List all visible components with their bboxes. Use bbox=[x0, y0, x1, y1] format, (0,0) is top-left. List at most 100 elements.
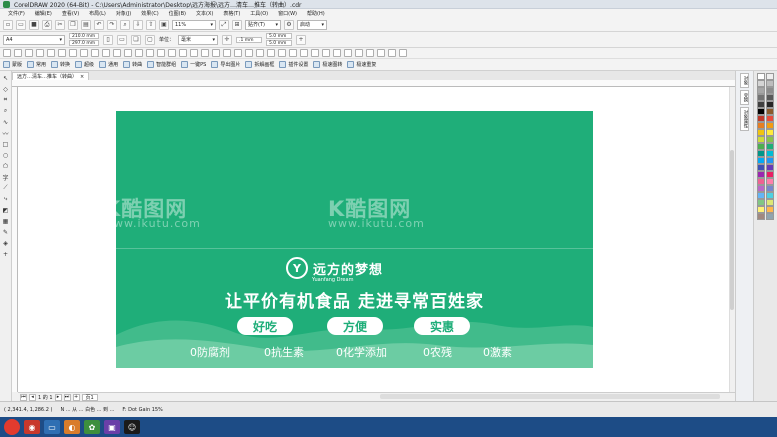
color-swatch[interactable] bbox=[766, 171, 774, 178]
taskbar-app-icon[interactable]: ◉ bbox=[24, 420, 40, 434]
menu-text[interactable]: 文本(X) bbox=[191, 10, 218, 17]
color-swatch[interactable] bbox=[757, 185, 765, 192]
plugin-tool-icon[interactable] bbox=[146, 49, 154, 57]
color-swatch[interactable] bbox=[757, 143, 765, 150]
menu-view[interactable]: 查看(V) bbox=[57, 10, 84, 17]
color-swatch[interactable] bbox=[766, 108, 774, 115]
plugin-tool-icon[interactable] bbox=[25, 49, 33, 57]
plugin-tool-icon[interactable] bbox=[212, 49, 220, 57]
copy-icon[interactable]: ❐ bbox=[68, 19, 78, 30]
color-swatch[interactable] bbox=[766, 143, 774, 150]
taskbar-app-icon[interactable]: ▣ bbox=[104, 420, 120, 434]
add-tool-icon[interactable]: + bbox=[2, 250, 10, 258]
portrait-icon[interactable]: ▯ bbox=[103, 34, 113, 45]
full-screen-icon[interactable]: ⤢ bbox=[219, 19, 229, 30]
plugin-tool-icon[interactable] bbox=[300, 49, 308, 57]
plugin-tool-icon[interactable] bbox=[256, 49, 264, 57]
plugin-tool-icon[interactable] bbox=[366, 49, 374, 57]
color-swatch[interactable] bbox=[766, 206, 774, 213]
plugin-settings-button[interactable]: 插件设置 bbox=[279, 61, 308, 68]
color-swatch[interactable] bbox=[757, 157, 765, 164]
color-swatch[interactable] bbox=[766, 150, 774, 157]
color-swatch[interactable] bbox=[766, 164, 774, 171]
plugin-split-frame-button[interactable]: 拆解画框 bbox=[245, 61, 274, 68]
launch-select[interactable]: 启动 ▾ bbox=[297, 19, 327, 30]
print-icon[interactable]: ⎙ bbox=[42, 19, 52, 30]
color-swatch[interactable] bbox=[766, 192, 774, 199]
plugin-tool-icon[interactable] bbox=[135, 49, 143, 57]
color-swatch[interactable] bbox=[757, 206, 765, 213]
color-swatch[interactable] bbox=[757, 122, 765, 129]
color-swatch[interactable] bbox=[766, 73, 774, 80]
taskbar-browser-icon[interactable]: ◐ bbox=[64, 420, 80, 434]
menu-object[interactable]: 对象(J) bbox=[111, 10, 136, 17]
color-swatch[interactable] bbox=[757, 136, 765, 143]
plugin-tool-icon[interactable] bbox=[234, 49, 242, 57]
color-swatch[interactable] bbox=[757, 101, 765, 108]
menu-effects[interactable]: 效果(C) bbox=[136, 10, 163, 17]
color-swatch[interactable] bbox=[757, 199, 765, 206]
rulers-icon[interactable]: ⊞ bbox=[232, 19, 242, 30]
plugin-tool-icon[interactable] bbox=[267, 49, 275, 57]
plugin-tool-icon[interactable] bbox=[36, 49, 44, 57]
plugin-to-curves-button[interactable]: 转曲 bbox=[123, 61, 142, 68]
menu-layout[interactable]: 布局(L) bbox=[84, 10, 111, 17]
plugin-tool-icon[interactable] bbox=[333, 49, 341, 57]
export-icon[interactable]: ⇧ bbox=[146, 19, 156, 30]
plugin-tool-icon[interactable] bbox=[80, 49, 88, 57]
pdf-icon[interactable]: ▣ bbox=[159, 19, 169, 30]
page-width-field[interactable]: 210.0 mm bbox=[69, 33, 99, 39]
docker-tab-transform[interactable]: 变换 bbox=[740, 90, 749, 105]
docker-tab-properties[interactable]: 对象属性 bbox=[740, 107, 749, 131]
color-swatch[interactable] bbox=[766, 185, 774, 192]
coreldraw-taskbar-icon[interactable]: ✿ bbox=[84, 420, 100, 434]
crop-tool-icon[interactable]: ⌗ bbox=[2, 96, 10, 104]
units-select[interactable]: 毫米 ▾ bbox=[178, 34, 219, 45]
plugin-tool-icon[interactable] bbox=[278, 49, 286, 57]
eyedropper-tool-icon[interactable]: ✎ bbox=[2, 228, 10, 236]
first-page-icon[interactable]: ⏮ bbox=[20, 393, 27, 401]
polygon-tool-icon[interactable]: ⬠ bbox=[2, 162, 10, 170]
color-swatch[interactable] bbox=[766, 122, 774, 129]
plugin-super-button[interactable]: 超级 bbox=[75, 61, 94, 68]
rectangle-tool-icon[interactable]: □ bbox=[2, 140, 10, 148]
color-swatch[interactable] bbox=[766, 136, 774, 143]
duplicate-y-field[interactable]: 5.0 mm bbox=[266, 40, 293, 46]
plugin-tool-icon[interactable] bbox=[157, 49, 165, 57]
color-swatch[interactable] bbox=[766, 94, 774, 101]
plugin-tool-icon[interactable] bbox=[399, 49, 407, 57]
save-icon[interactable]: ■ bbox=[29, 19, 39, 30]
plugin-tool-icon[interactable] bbox=[168, 49, 176, 57]
color-swatch[interactable] bbox=[766, 129, 774, 136]
prev-page-icon[interactable]: ◂ bbox=[29, 393, 36, 401]
menu-tools[interactable]: 工具(O) bbox=[245, 10, 273, 17]
close-icon[interactable]: × bbox=[80, 74, 84, 80]
parallel-dimension-icon[interactable]: ⟋ bbox=[2, 184, 10, 192]
interactive-fill-icon[interactable]: ◈ bbox=[2, 239, 10, 247]
color-swatch[interactable] bbox=[766, 157, 774, 164]
plugin-tool-icon[interactable] bbox=[355, 49, 363, 57]
options-gear-icon[interactable]: ⚙ bbox=[284, 19, 294, 30]
plugin-tool-icon[interactable] bbox=[322, 49, 330, 57]
undo-icon[interactable]: ↶ bbox=[94, 19, 104, 30]
color-swatch[interactable] bbox=[766, 213, 774, 220]
plugin-fast-repeat-button[interactable]: 极速重复 bbox=[347, 61, 376, 68]
plugin-tool-icon[interactable] bbox=[47, 49, 55, 57]
color-swatch[interactable] bbox=[757, 178, 765, 185]
taskbar-qq-icon[interactable]: ☺ bbox=[124, 420, 140, 434]
plugin-mask-button[interactable]: 蒙版 bbox=[3, 61, 22, 68]
last-page-icon[interactable]: ⏭ bbox=[63, 393, 71, 401]
color-swatch[interactable] bbox=[757, 213, 765, 220]
cut-icon[interactable]: ✂ bbox=[55, 19, 65, 30]
color-swatch[interactable] bbox=[766, 178, 774, 185]
color-swatch[interactable] bbox=[757, 129, 765, 136]
open-folder-icon[interactable]: ▭ bbox=[16, 19, 26, 30]
new-document-icon[interactable]: ▫ bbox=[3, 19, 13, 30]
plugin-tool-icon[interactable] bbox=[201, 49, 209, 57]
horizontal-scrollbar[interactable] bbox=[380, 394, 720, 399]
snap-to-select[interactable]: 贴齐(T) ▾ bbox=[245, 19, 281, 30]
color-swatch[interactable] bbox=[757, 80, 765, 87]
add-page-icon[interactable]: + bbox=[296, 34, 307, 45]
plugin-tool-icon[interactable] bbox=[344, 49, 352, 57]
plugin-tool-icon[interactable] bbox=[245, 49, 253, 57]
